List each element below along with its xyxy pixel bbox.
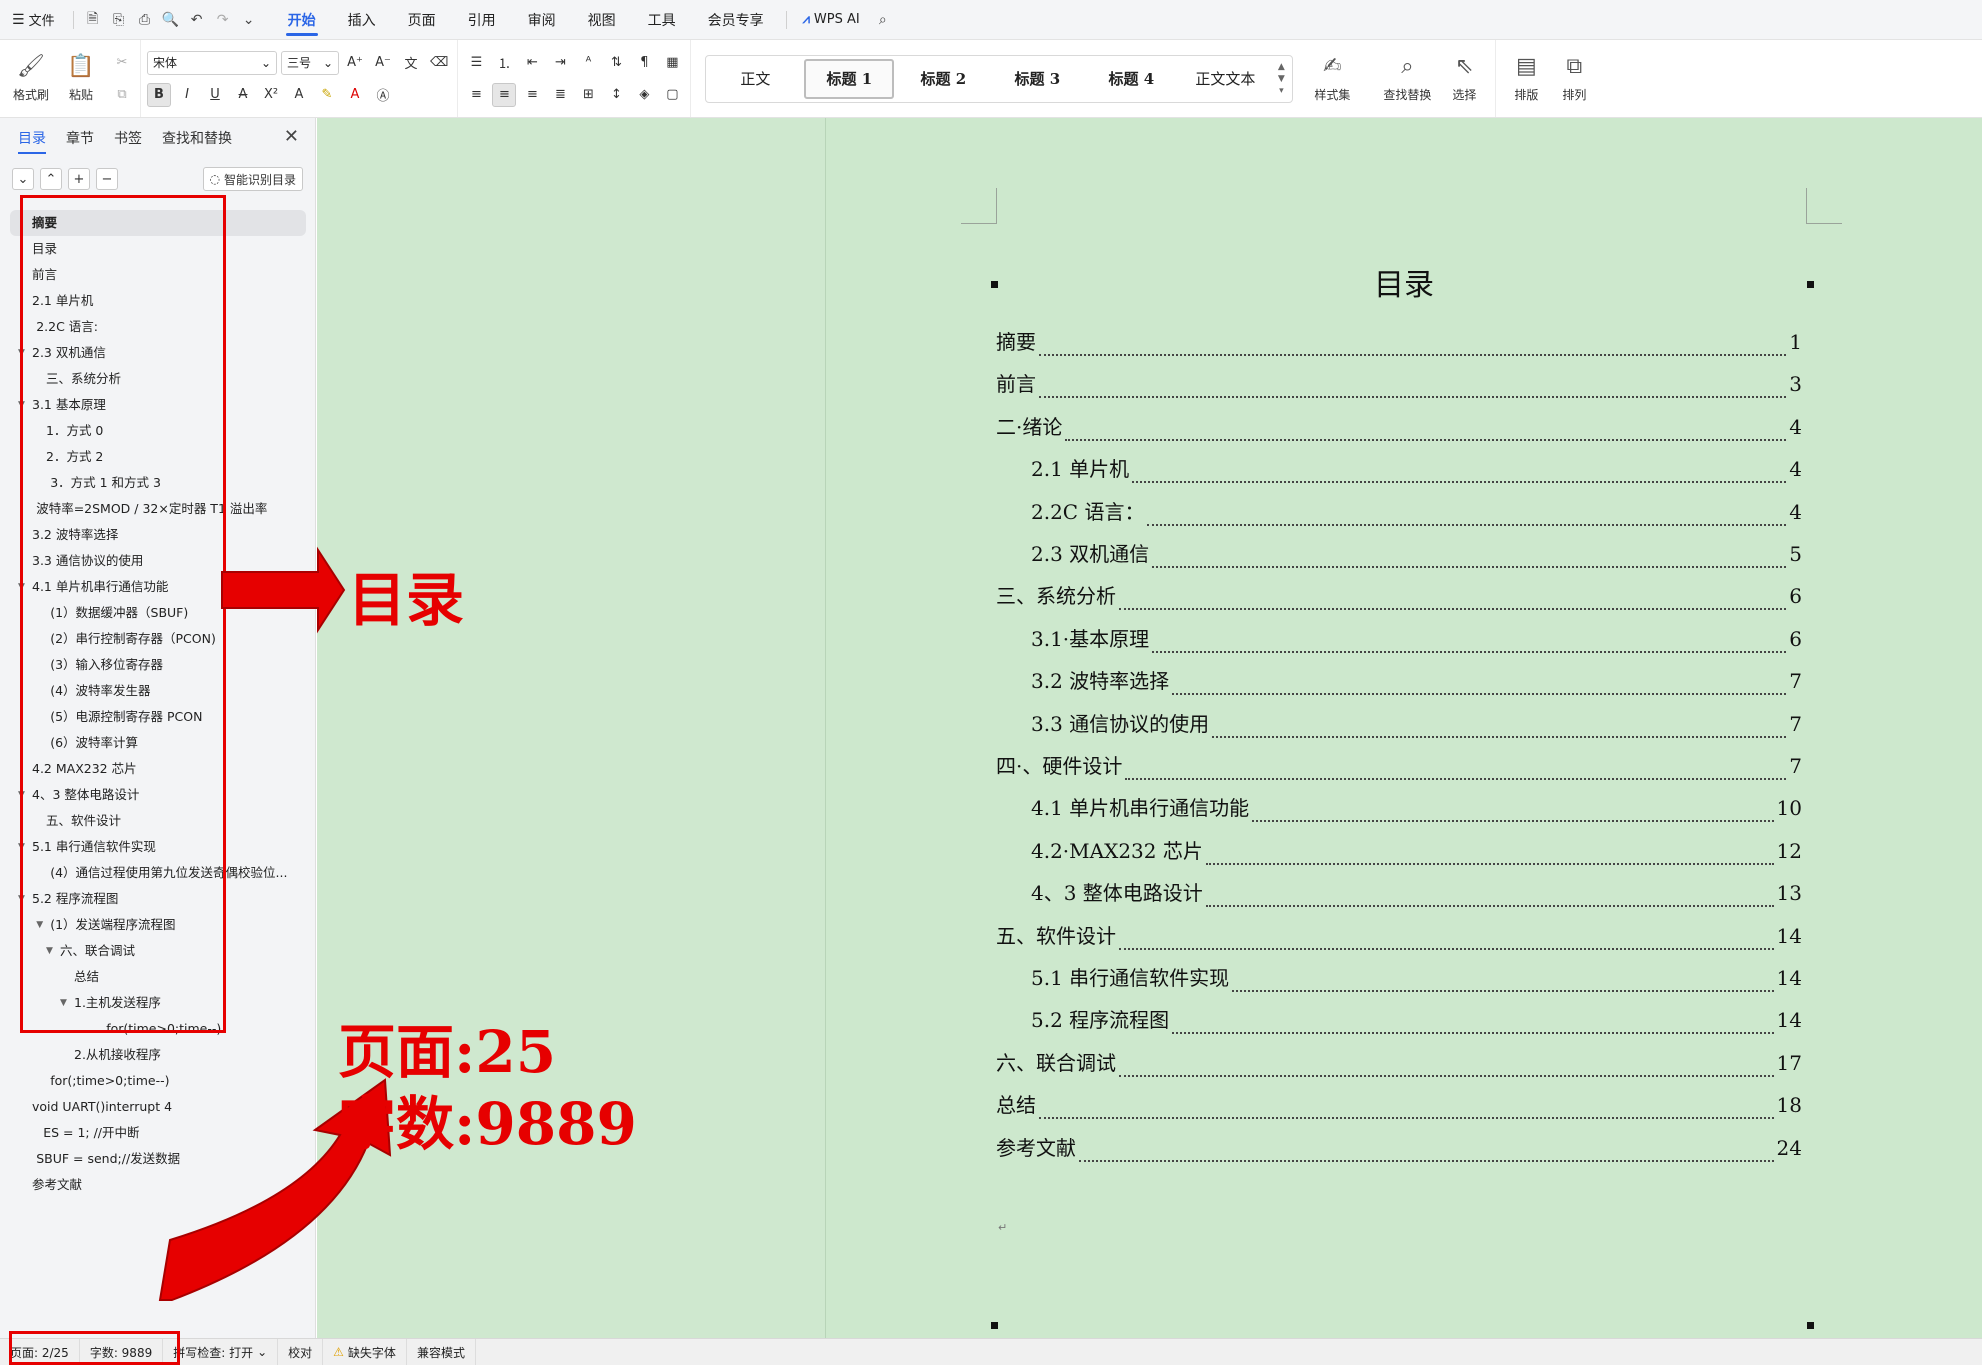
arrow-right-icon (221, 546, 346, 634)
words-annotation: 字数:9889 (338, 1090, 637, 1158)
annotation-arrows (158, 546, 392, 1301)
toc-annotation: 目录 (348, 566, 465, 634)
wps-writer-window: ☰ 文件 🗎 ⎘ ⎙ 🔍 ↶ ↷ ⌄ 开始 插入 页面 引用 审阅 视图 工具 会员专享 ⩘ … (0, 0, 1982, 1365)
